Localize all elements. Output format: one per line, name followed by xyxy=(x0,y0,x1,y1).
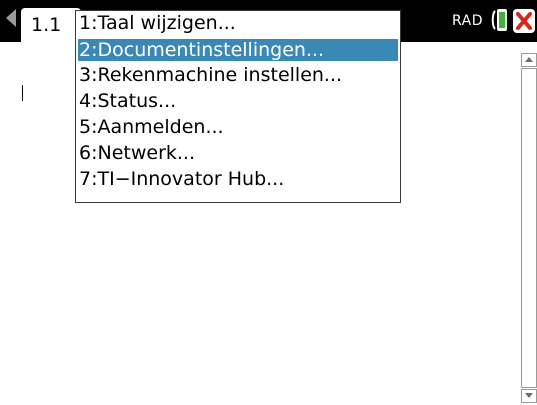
battery-icon xyxy=(489,7,510,33)
text-cursor xyxy=(22,85,23,101)
settings-menu: 1:Taal wijzigen... 2:Documentinstellinge… xyxy=(75,10,401,203)
menu-item-documentinstellingen[interactable]: 2:Documentinstellingen... xyxy=(78,39,398,61)
scroll-up-arrow-icon[interactable] xyxy=(521,53,537,67)
angle-mode-indicator: RAD xyxy=(452,13,484,29)
menu-item-aanmelden[interactable]: 5:Aanmelden... xyxy=(78,116,398,138)
menu-item-netwerk[interactable]: 6:Netwerk... xyxy=(78,142,398,164)
vertical-scrollbar[interactable] xyxy=(520,53,537,405)
menu-item-rekenmachine-instellen[interactable]: 3:Rekenmachine instellen... xyxy=(78,64,398,86)
menu-item-status[interactable]: 4:Status... xyxy=(78,90,398,112)
scroll-down-arrow-icon[interactable] xyxy=(521,389,537,403)
scroll-track[interactable] xyxy=(521,68,537,388)
page-tab-label: 1.1 xyxy=(31,14,62,36)
menu-item-ti-innovator-hub[interactable]: 7:TI−Innovator Hub... xyxy=(78,168,398,190)
back-arrow-icon[interactable] xyxy=(6,9,16,27)
close-icon[interactable] xyxy=(513,9,535,33)
tab-page[interactable]: 1.1 xyxy=(21,8,81,42)
menu-item-taal-wijzigen[interactable]: 1:Taal wijzigen... xyxy=(78,12,398,34)
